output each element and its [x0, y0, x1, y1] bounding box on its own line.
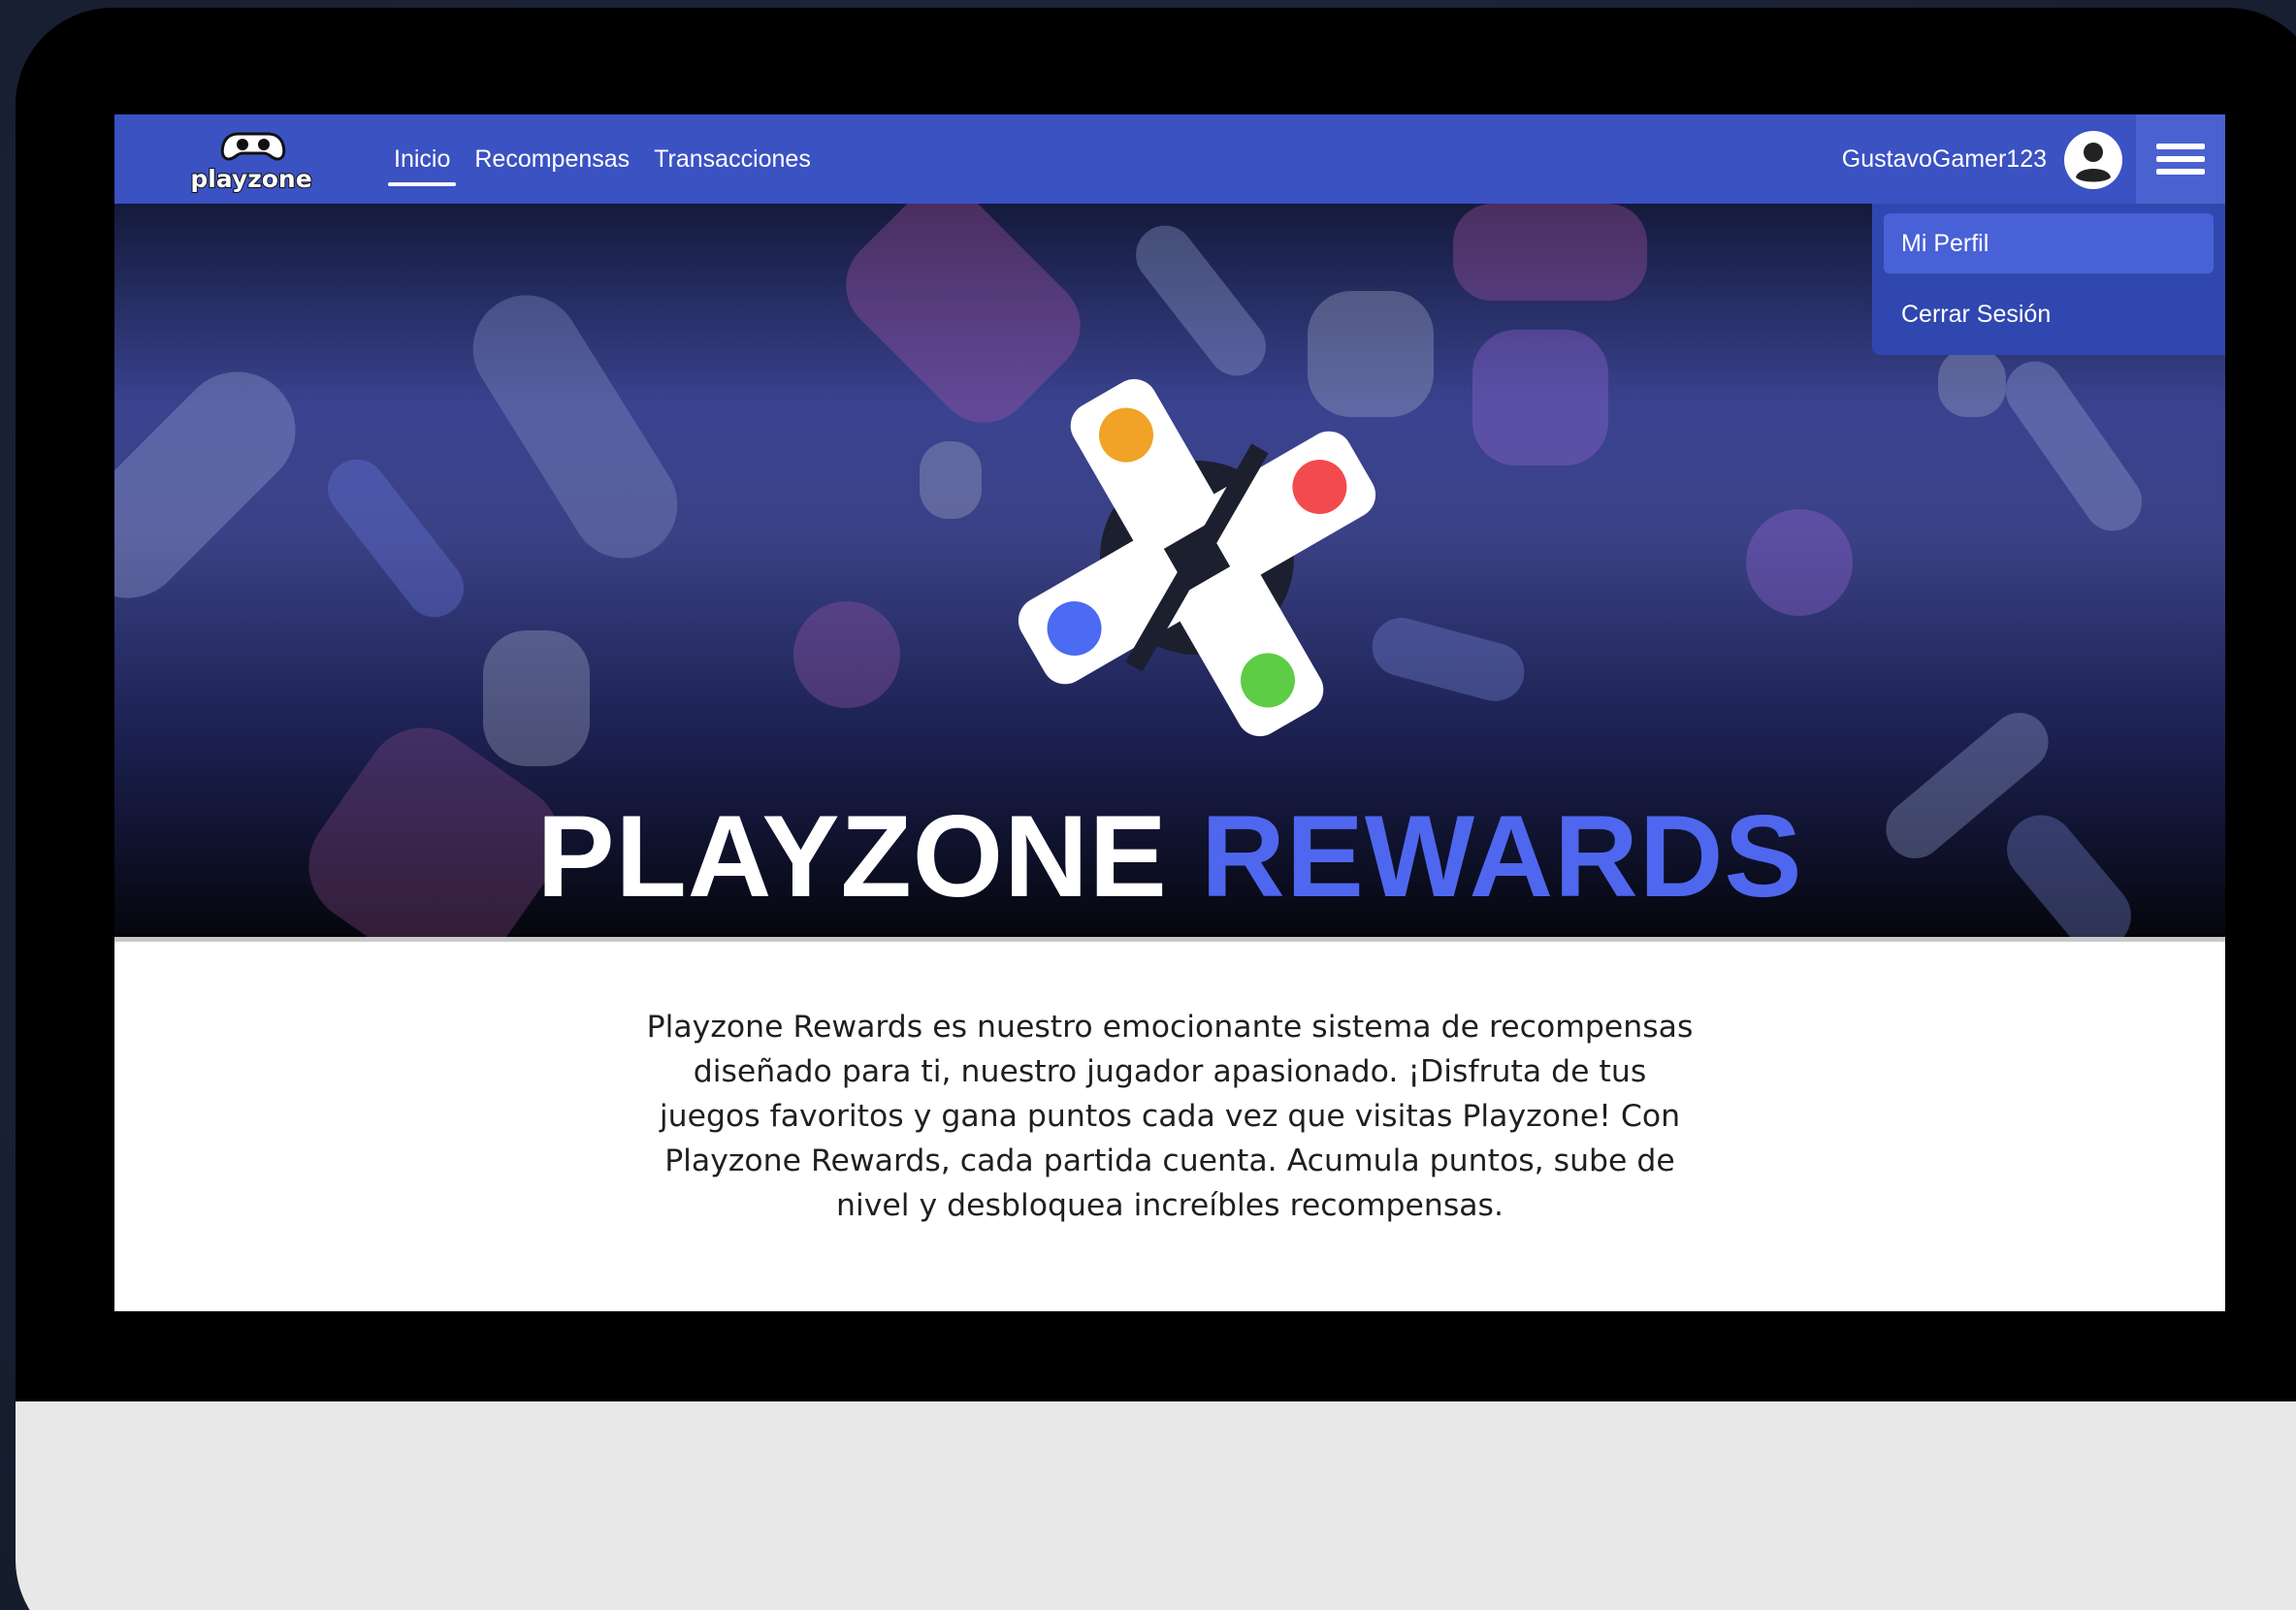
user-silhouette-icon [2066, 133, 2120, 187]
menu-item-mi-perfil[interactable]: Mi Perfil [1884, 213, 2214, 274]
hero-title: PLAYZONE REWARDS [114, 798, 2225, 915]
top-navbar: playzone Inicio Recompensas Transaccione… [114, 114, 2225, 204]
browser-screen: PLAYZONE REWARDS playzone Inicio Recompe… [114, 114, 2225, 1311]
monitor-chin [16, 1401, 2296, 1610]
hero-title-part2: REWARDS [1201, 791, 1803, 921]
menu-item-cerrar-sesion[interactable]: Cerrar Sesión [1884, 284, 2214, 344]
username-label[interactable]: GustavoGamer123 [1842, 114, 2047, 204]
nav-link-transacciones[interactable]: Transacciones [654, 145, 811, 174]
logo-text: playzone [189, 164, 312, 194]
monitor-frame: PLAYZONE REWARDS playzone Inicio Recompe… [16, 8, 2296, 1610]
nav-links: Inicio Recompensas Transacciones [387, 114, 835, 204]
playzone-x-logo [1018, 378, 1376, 737]
rewards-description: Playzone Rewards es nuestro emocionante … [646, 1010, 1694, 1223]
nav-link-inicio[interactable]: Inicio [387, 145, 457, 186]
user-dropdown-menu: Mi Perfil Cerrar Sesión [1872, 204, 2225, 355]
hamburger-menu-icon[interactable] [2136, 114, 2225, 204]
gamepad-icon [220, 132, 286, 161]
nav-link-recompensas[interactable]: Recompensas [474, 145, 630, 174]
playzone-logo[interactable]: playzone [178, 128, 324, 194]
user-avatar-icon[interactable] [2064, 131, 2122, 189]
hero-title-part1: PLAYZONE [536, 791, 1168, 921]
background-scene: PLAYZONE REWARDS playzone Inicio Recompe… [0, 0, 2296, 1610]
hero-divider [114, 937, 2225, 942]
